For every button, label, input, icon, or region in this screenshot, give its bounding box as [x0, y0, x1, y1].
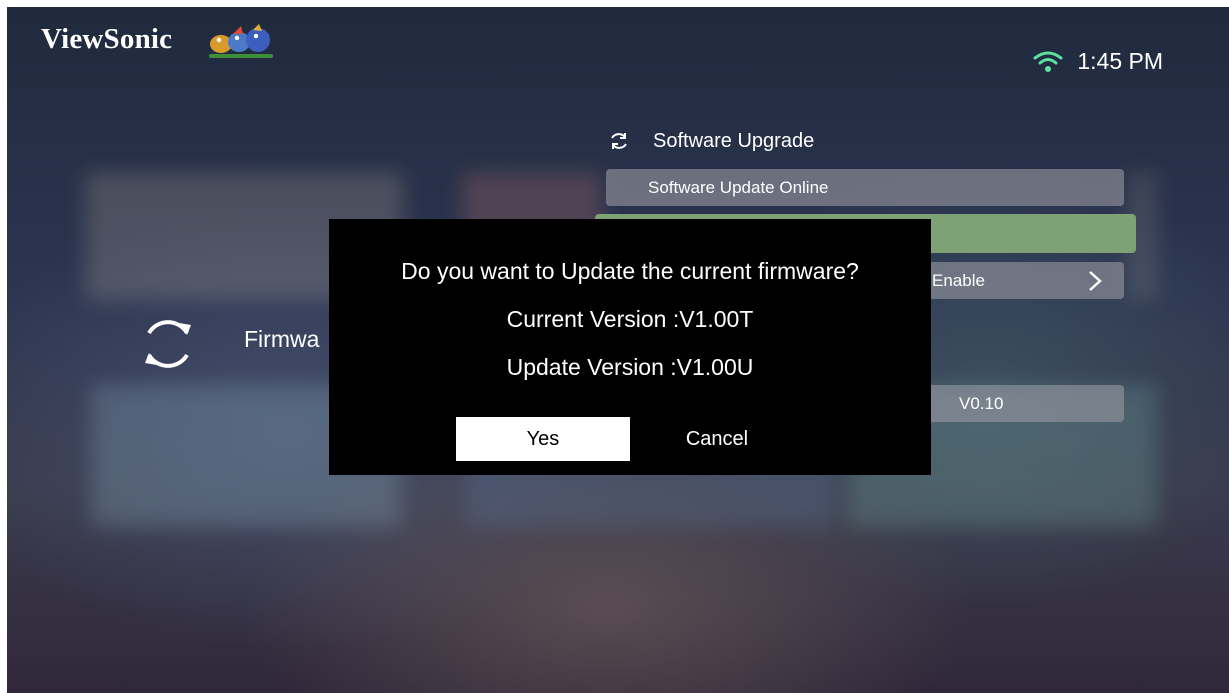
section-header: Software Upgrade: [607, 129, 814, 153]
status-bar: 1:45 PM: [1033, 48, 1163, 75]
menu-item-value: Enable: [932, 270, 985, 290]
tv-screen: ViewSonic 1:45 PM Software Upgrade Softw…: [7, 7, 1229, 693]
menu-item-label: Software Update Online: [648, 177, 829, 197]
menu-item-software-update-online[interactable]: Software Update Online: [606, 169, 1124, 206]
brand-logo: ViewSonic: [41, 23, 173, 55]
section-title: Software Upgrade: [653, 129, 815, 152]
refresh-icon: [611, 133, 627, 149]
firmware-update-dialog: Do you want to Update the current firmwa…: [329, 219, 931, 475]
refresh-icon: [145, 320, 191, 368]
birds-logo-icon: [209, 24, 273, 58]
wifi-icon: [1033, 51, 1063, 72]
menu-item-value: V0.10: [959, 393, 1004, 413]
category-label: Firmwa: [244, 326, 320, 352]
clock: 1:45 PM: [1077, 48, 1163, 74]
yes-button[interactable]: Yes: [456, 417, 630, 461]
update-version-text: Update Version :V1.00U: [506, 354, 754, 380]
current-version-text: Current Version :V1.00T: [506, 306, 754, 332]
cancel-button[interactable]: Cancel: [630, 417, 804, 461]
dialog-question: Do you want to Update the current firmwa…: [401, 258, 859, 284]
chevron-right-icon: [1089, 271, 1102, 291]
